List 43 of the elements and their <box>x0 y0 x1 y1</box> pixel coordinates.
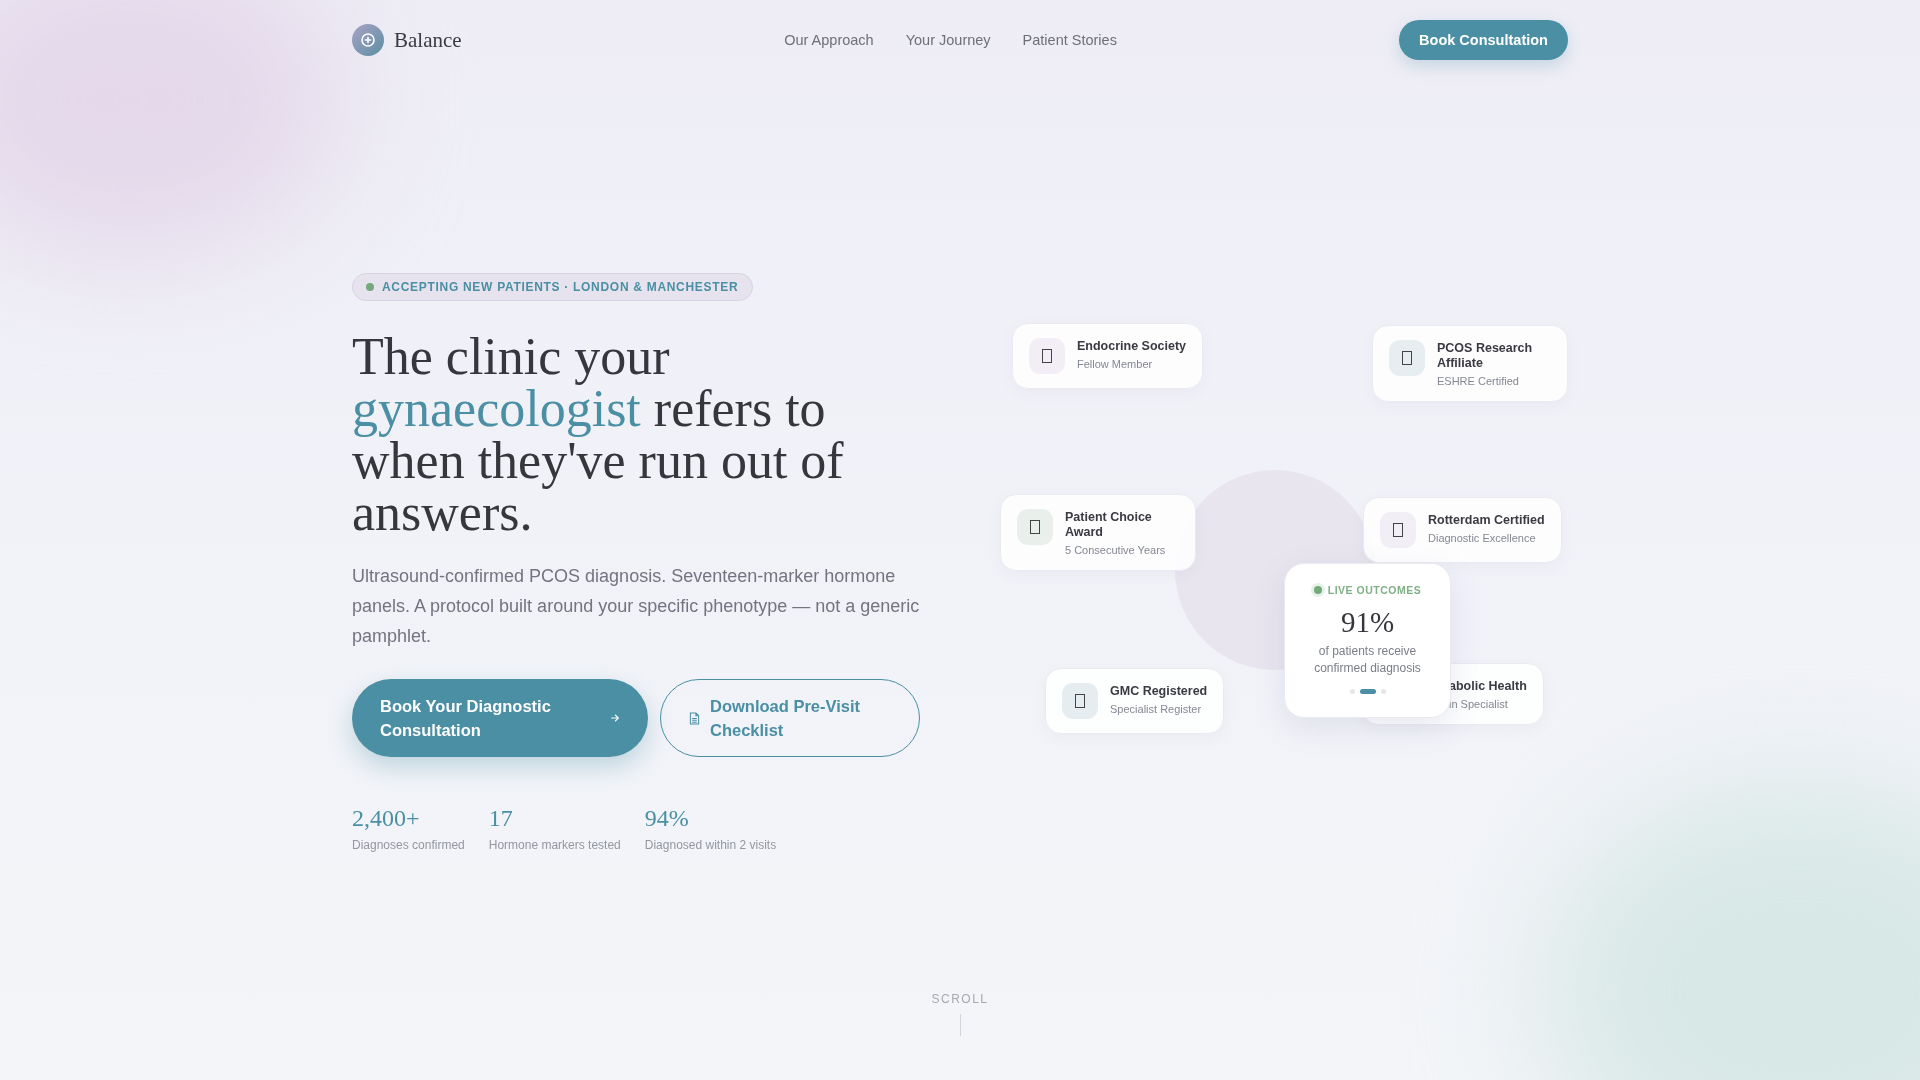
status-dot <box>366 283 374 291</box>
outcome-value: 91% <box>1340 606 1395 639</box>
scroll-hint: SCROLL <box>931 992 989 1006</box>
outcomes-label: LIVE OUTCOMES <box>1327 584 1422 596</box>
credential-title: Endocrine Society <box>1077 339 1187 354</box>
credential-subtitle: Fellow Member <box>1077 358 1154 370</box>
hero-description: Ultrasound-confirmed PCOS diagnosis. Seventeen-marker hormone panels. A protocol built around your specific phenotype — not a generic pamphlet. <box>352 565 921 648</box>
pager-dot[interactable] <box>1380 689 1386 694</box>
credential-subtitle: 5 Consecutive Years <box>1065 544 1167 556</box>
nav-link[interactable]: Our Approach <box>784 32 874 48</box>
credential-title: Rotterdam Certified <box>1428 513 1545 528</box>
book-diagnostic-button[interactable]: Book Your Diagnostic Consultation <box>352 679 648 757</box>
rectangle-icon <box>1075 694 1085 708</box>
rectangle-icon <box>1030 520 1040 534</box>
outcome-caption: of patients receive confirmed diagnosis <box>1313 643 1422 677</box>
pager-dot[interactable] <box>1349 689 1355 694</box>
credential-subtitle: in Specialist <box>1449 698 1509 710</box>
rectangle-icon <box>1393 523 1403 537</box>
availability-text: ACCEPTING NEW PATIENTS · LONDON & MANCHESTER <box>382 280 739 294</box>
stat-value: 2,400+ <box>352 805 421 832</box>
scroll-line <box>959 1014 961 1036</box>
nav-link[interactable]: Patient Stories <box>1022 32 1117 48</box>
arrow-icon <box>610 712 620 724</box>
stat-value: 94% <box>644 805 690 832</box>
stat-label: Diagnosed within 2 visits <box>644 838 777 852</box>
brand-name[interactable]: Balance <box>394 27 462 53</box>
credential-subtitle: ESHRE Certified <box>1437 375 1520 387</box>
credential-subtitle: Diagnostic Excellence <box>1428 532 1537 544</box>
nav-link[interactable]: Your Journey <box>905 32 991 48</box>
document-icon <box>689 711 700 725</box>
stat-label: Diagnoses confirmed <box>352 838 465 852</box>
credential-subtitle: Specialist Register <box>1110 703 1203 715</box>
stat-label: Hormone markers tested <box>488 838 621 852</box>
hero-headline: The clinic your gynaecologist refers to when they've run out of answers. <box>352 331 845 539</box>
rectangle-icon <box>1042 349 1052 363</box>
live-dot <box>1313 586 1322 594</box>
credential-title: PCOS Research Affiliate <box>1437 341 1534 371</box>
book-consultation-button[interactable]: Book Consultation <box>1399 20 1568 60</box>
credential-title: GMC Registered <box>1110 684 1208 699</box>
credential-title: Patient Choice Award <box>1065 510 1153 540</box>
rectangle-icon <box>1402 351 1412 365</box>
stat-value: 17 <box>488 805 514 832</box>
logo-icon <box>352 24 384 56</box>
